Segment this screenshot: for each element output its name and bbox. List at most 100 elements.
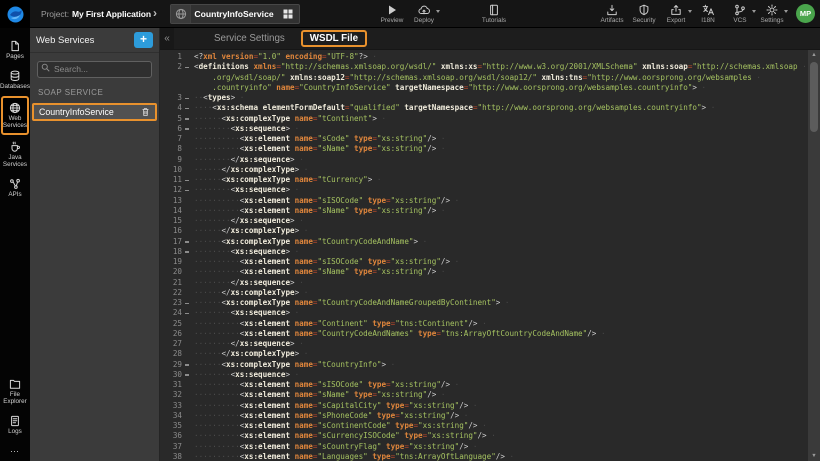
soap-service-section-label: SOAP SERVICE	[38, 88, 151, 97]
line-number: 8	[160, 144, 182, 154]
caret-down-icon[interactable]	[688, 10, 692, 13]
fold-gutter	[182, 257, 194, 267]
web-services-icon	[9, 101, 21, 114]
code-line: 4····<xs:schema elementFormDefault="qual…	[160, 103, 808, 113]
code-line: 2<definitions xmlns="http://schemas.xmls…	[160, 62, 808, 72]
code-line: 11······<xs:complexType name="tCurrency"…	[160, 175, 808, 185]
fold-toggle[interactable]	[182, 103, 194, 113]
panel-title: Web Services	[36, 35, 134, 46]
project-name[interactable]: My First Application	[72, 9, 151, 19]
fold-toggle[interactable]	[182, 237, 194, 247]
trash-icon[interactable]	[141, 107, 150, 117]
rail-items-bottom: File ExplorerLogs	[0, 373, 30, 440]
fold-gutter	[182, 390, 194, 400]
line-number: 35	[160, 421, 182, 431]
fold-toggle[interactable]	[182, 370, 194, 380]
add-service-button[interactable]: +	[134, 32, 153, 48]
code-line: 15········</xs:sequence> ·	[160, 216, 808, 226]
preview-icon	[386, 3, 398, 16]
service-tab[interactable]: CountryInfoService	[170, 4, 300, 24]
fold-gutter	[182, 329, 194, 339]
wsdl-code-editor[interactable]: 1<?xml version="1.0" encoding="UTF-8"?> …	[160, 50, 808, 461]
fold-gutter	[182, 206, 194, 216]
panel-header: Web Services +	[30, 28, 159, 53]
tab-service-settings[interactable]: Service Settings	[214, 33, 285, 44]
fold-gutter	[182, 155, 194, 165]
line-number: 16	[160, 226, 182, 236]
fold-gutter	[182, 421, 194, 431]
fold-toggle[interactable]	[182, 308, 194, 318]
sidebar-item-pages[interactable]: Pages	[0, 35, 30, 65]
fold-toggle[interactable]	[182, 62, 194, 72]
sidebar-item-logs[interactable]: Logs	[0, 410, 30, 440]
code-line: 37··········<xs:element name="sCountryFl…	[160, 442, 808, 452]
security-icon	[638, 3, 650, 16]
scrollbar-thumb[interactable]	[810, 62, 818, 132]
more-options-icon[interactable]: ⋯	[0, 440, 30, 461]
line-number: 12	[160, 185, 182, 195]
settings-button[interactable]: Settings	[758, 3, 786, 24]
fold-toggle[interactable]	[182, 124, 194, 134]
fold-toggle[interactable]	[182, 185, 194, 195]
line-number: 28	[160, 349, 182, 359]
deploy-button[interactable]: Deploy	[410, 3, 438, 24]
globe-icon	[171, 5, 191, 23]
fold-gutter	[182, 144, 194, 154]
fold-gutter	[182, 411, 194, 421]
caret-down-icon[interactable]	[784, 10, 788, 13]
search-box	[37, 59, 152, 78]
line-number: 7	[160, 134, 182, 144]
search-input[interactable]	[37, 61, 152, 78]
export-button[interactable]: Export	[662, 3, 690, 24]
line-number: 25	[160, 319, 182, 329]
line-number: 26	[160, 329, 182, 339]
collapse-panel-button[interactable]: «	[160, 28, 174, 49]
line-number: 31	[160, 380, 182, 390]
fold-gutter	[182, 267, 194, 277]
security-button[interactable]: Security	[630, 3, 658, 24]
apis-icon	[9, 177, 21, 190]
line-number: 11	[160, 175, 182, 185]
line-number: 30	[160, 370, 182, 380]
fold-toggle[interactable]	[182, 247, 194, 257]
tutorials-button[interactable]: Tutorials	[480, 3, 508, 24]
i18n-button[interactable]: I18N	[694, 3, 722, 24]
caret-down-icon[interactable]	[436, 10, 440, 13]
user-avatar[interactable]: MP	[796, 4, 815, 23]
artifacts-button[interactable]: Artifacts	[598, 3, 626, 24]
code-line: 6········<xs:sequence> ·	[160, 124, 808, 134]
fold-toggle[interactable]	[182, 360, 194, 370]
caret-down-icon[interactable]	[752, 10, 756, 13]
service-list-item[interactable]: CountryInfoService	[32, 103, 157, 121]
scroll-up-arrow[interactable]: ▲	[808, 50, 820, 60]
line-number: 24	[160, 308, 182, 318]
vcs-button[interactable]: VCS	[726, 3, 754, 24]
preview-button[interactable]: Preview	[378, 3, 406, 24]
sidebar-item-apis[interactable]: APIs	[0, 173, 30, 203]
tab-wsdl-file[interactable]: WSDL File	[301, 30, 367, 47]
code-line: 18········<xs:sequence> ·	[160, 247, 808, 257]
fold-toggle[interactable]	[182, 114, 194, 124]
grid-icon[interactable]	[277, 5, 299, 23]
fold-gutter	[182, 83, 194, 93]
app-logo[interactable]	[0, 0, 30, 28]
sidebar-item-java-services[interactable]: Java Services	[0, 136, 30, 173]
fold-gutter	[182, 288, 194, 298]
artifacts-icon	[606, 3, 618, 16]
code-line: 17······<xs:complexType name="tCountryCo…	[160, 237, 808, 247]
fold-toggle[interactable]	[182, 175, 194, 185]
sidebar-item-file-explorer[interactable]: File Explorer	[0, 373, 30, 410]
line-number: 4	[160, 103, 182, 113]
scroll-down-arrow[interactable]: ▼	[808, 451, 820, 461]
code-line: 34··········<xs:element name="sPhoneCode…	[160, 411, 808, 421]
fold-gutter	[182, 134, 194, 144]
fold-toggle[interactable]	[182, 298, 194, 308]
fold-gutter	[182, 52, 194, 62]
code-line: 23······<xs:complexType name="tCountryCo…	[160, 298, 808, 308]
sidebar-item-web-services[interactable]: Web Services	[1, 96, 29, 135]
code-line: 21········</xs:sequence> ·	[160, 278, 808, 288]
line-number: 10	[160, 165, 182, 175]
fold-toggle[interactable]	[182, 93, 194, 103]
line-number: 2	[160, 62, 182, 72]
sidebar-item-databases[interactable]: Databases	[0, 65, 30, 95]
